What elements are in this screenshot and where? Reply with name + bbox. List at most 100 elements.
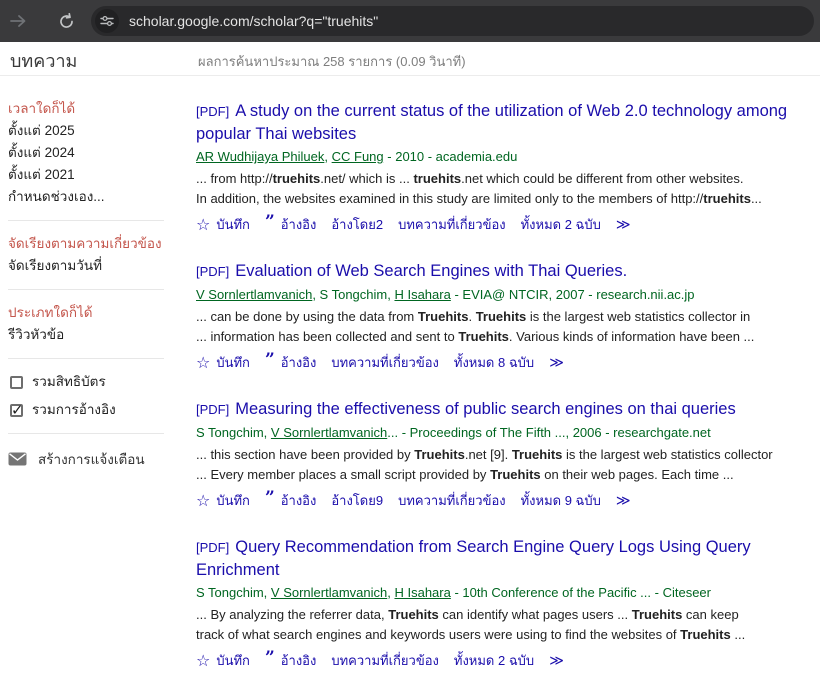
sidebar-checkbox-filters: รวมสิทธิบัตร ✓รวมการอ้างอิง — [8, 371, 180, 421]
sidebar-filter-item[interactable]: ตั้งแต่ 2021 — [8, 164, 180, 186]
scholar-header: บทความ ผลการค้นหาประมาณ 258 รายการ (0.09… — [0, 42, 820, 76]
checkbox-unchecked-icon[interactable] — [10, 376, 23, 389]
snippet-text: on their web pages. Each time ... — [541, 467, 734, 482]
action-cite[interactable]: ” อ้างอิง — [265, 214, 316, 235]
action-more[interactable]: ≫ — [616, 493, 631, 509]
byline-text: - 10th Conference of the Pacific ... - C… — [451, 585, 711, 600]
action-cited-by[interactable]: อ้างโดย9 — [331, 490, 383, 511]
snippet-text: can keep — [682, 607, 738, 622]
author-link[interactable]: V Sornlertlamvanich — [271, 585, 387, 600]
snippet-text: .net which could be different from other… — [461, 171, 743, 186]
action-cite[interactable]: ”อ้างอิง — [265, 650, 316, 671]
action-label: บทความที่เกี่ยวข้อง — [398, 214, 506, 235]
action-save[interactable]: ☆บันทึก — [196, 650, 250, 671]
checkbox-checked-icon[interactable]: ✓ — [10, 404, 23, 417]
action-label: บทความที่เกี่ยวข้อง — [398, 490, 506, 511]
sidebar-filter-item[interactable]: จัดเรียงตามวันที่ — [8, 255, 180, 277]
action-label: บันทึก — [216, 490, 250, 511]
snippet-text: is the largest web statistics collector — [562, 447, 772, 462]
action-versions[interactable]: ทั้งหมด 2 ฉบับ — [521, 214, 601, 235]
snippet-text: ... — [751, 191, 762, 206]
quote-icon: ” — [265, 493, 275, 503]
snippet-text: Truehits — [476, 309, 527, 324]
result-title-link[interactable]: Measuring the effectiveness of public se… — [235, 400, 736, 418]
action-related[interactable]: บทความที่เกี่ยวข้อง — [398, 214, 506, 235]
result-snippet: ... this section have been provided by T… — [196, 445, 814, 485]
snippet-text: Truehits — [490, 467, 541, 482]
action-related[interactable]: บทความที่เกี่ยวข้อง — [398, 490, 506, 511]
action-save[interactable]: ☆บันทึก — [196, 214, 250, 235]
sidebar-filter-item[interactable]: กำหนดช่วงเอง... — [8, 186, 180, 208]
author-link[interactable]: CC Fung — [332, 149, 384, 164]
action-label: บันทึก — [216, 352, 250, 373]
byline-text: - EVIA@ NTCIR, 2007 - research.nii.ac.jp — [451, 287, 695, 302]
action-more[interactable]: ≫ — [549, 355, 564, 371]
byline-text: , S Tongchim, — [312, 287, 394, 302]
quote-icon: ” — [265, 217, 275, 227]
action-more[interactable]: ≫ — [549, 653, 564, 669]
snippet-text: truehits — [413, 171, 461, 186]
sidebar-filter-item[interactable]: ตั้งแต่ 2024 — [8, 142, 180, 164]
double-chevron-icon: ≫ — [549, 355, 564, 371]
forward-button[interactable] — [6, 12, 30, 30]
snippet-text: .net/ which is ... — [320, 171, 413, 186]
create-alert-button[interactable]: สร้างการแจ้งเตือน — [8, 448, 180, 470]
action-label: บทความที่เกี่ยวข้อง — [331, 352, 439, 373]
sidebar-filter-item[interactable]: ประเภทใดก็ได้ — [8, 302, 180, 324]
action-more[interactable]: ≫ — [616, 217, 631, 233]
byline-text: S Tongchim, — [196, 425, 271, 440]
site-settings-button[interactable] — [95, 9, 119, 33]
action-cite[interactable]: ”อ้างอิง — [265, 490, 316, 511]
filter-checkbox-row[interactable]: รวมสิทธิบัตร — [10, 371, 180, 393]
action-versions[interactable]: ทั้งหมด 9 ฉบับ — [521, 490, 601, 511]
section-title: บทความ — [10, 46, 77, 75]
action-cite[interactable]: ”อ้างอิง — [265, 352, 316, 373]
reload-button[interactable] — [54, 13, 78, 30]
author-link[interactable]: V Sornlertlamvanich — [196, 287, 312, 302]
byline-text: S Tongchim, — [196, 585, 271, 600]
action-related[interactable]: บทความที่เกี่ยวข้อง — [331, 650, 439, 671]
action-save[interactable]: ☆บันทึก — [196, 490, 250, 511]
sidebar-filter-item[interactable]: ตั้งแต่ 2025 — [8, 120, 180, 142]
results-stats: ผลการค้นหาประมาณ 258 รายการ (0.09 วินาที… — [198, 51, 466, 72]
snippet-text: Truehits — [414, 447, 465, 462]
sidebar-filter-item[interactable]: รีวิวหัวข้อ — [8, 324, 180, 346]
reload-icon — [58, 13, 75, 30]
action-save[interactable]: ☆บันทึก — [196, 352, 250, 373]
snippet-text: truehits — [273, 171, 321, 186]
author-link[interactable]: AR Wudhijaya Philuek — [196, 149, 324, 164]
author-link[interactable]: V Sornlertlamvanich — [271, 425, 387, 440]
result-title-link[interactable]: Evaluation of Web Search Engines with Th… — [235, 262, 627, 280]
action-versions[interactable]: ทั้งหมด 8 ฉบับ — [454, 352, 534, 373]
snippet-text: can identify what pages users ... — [439, 607, 632, 622]
url-text[interactable]: scholar.google.com/scholar?q="truehits" — [129, 13, 378, 29]
result-actions: ☆บันทึก ”อ้างอิง บทความที่เกี่ยวข้อง ทั้งหม… — [196, 650, 814, 671]
filter-checkbox-label: รวมสิทธิบัตร — [32, 371, 106, 393]
url-bar[interactable]: scholar.google.com/scholar?q="truehits" — [91, 6, 814, 36]
author-link[interactable]: H Isahara — [394, 585, 450, 600]
author-link[interactable]: H Isahara — [394, 287, 450, 302]
byline-text: ... - Proceedings of The Fifth ..., 2006… — [387, 425, 711, 440]
result-byline: S Tongchim, V Sornlertlamvanich... - Pro… — [196, 424, 814, 442]
sidebar-divider — [8, 433, 164, 434]
double-chevron-icon: ≫ — [616, 217, 631, 233]
snippet-line: ... Every member places a small script p… — [196, 465, 814, 485]
snippet-text: .net [9]. — [465, 447, 512, 462]
pdf-tag: [PDF] — [196, 264, 229, 279]
filter-checkbox-row[interactable]: ✓รวมการอ้างอิง — [10, 399, 180, 421]
sidebar-filter-item[interactable]: เวลาใดก็ได้ — [8, 98, 180, 120]
search-result: [PDF]Query Recommendation from Search En… — [196, 536, 814, 671]
quote-icon: ” — [265, 653, 275, 663]
result-title-link[interactable]: Query Recommendation from Search Engine … — [196, 538, 751, 579]
sidebar-filter-item[interactable]: จัดเรียงตามความเกี่ยวข้อง — [8, 233, 180, 255]
action-label: อ้างอิง — [281, 352, 317, 373]
snippet-line: ... from http://truehits.net/ which is .… — [196, 169, 814, 189]
action-cited-by[interactable]: อ้างโดย2 — [331, 214, 383, 235]
action-versions[interactable]: ทั้งหมด 2 ฉบับ — [454, 650, 534, 671]
result-title-link[interactable]: A study on the current status of the uti… — [196, 102, 787, 143]
action-label: อ้างอิง — [281, 214, 317, 235]
action-related[interactable]: บทความที่เกี่ยวข้อง — [331, 352, 439, 373]
result-title: [PDF]Query Recommendation from Search En… — [196, 536, 814, 581]
results-list: [PDF] A study on the current status of th… — [196, 100, 814, 696]
snippet-text: ... — [731, 627, 745, 642]
